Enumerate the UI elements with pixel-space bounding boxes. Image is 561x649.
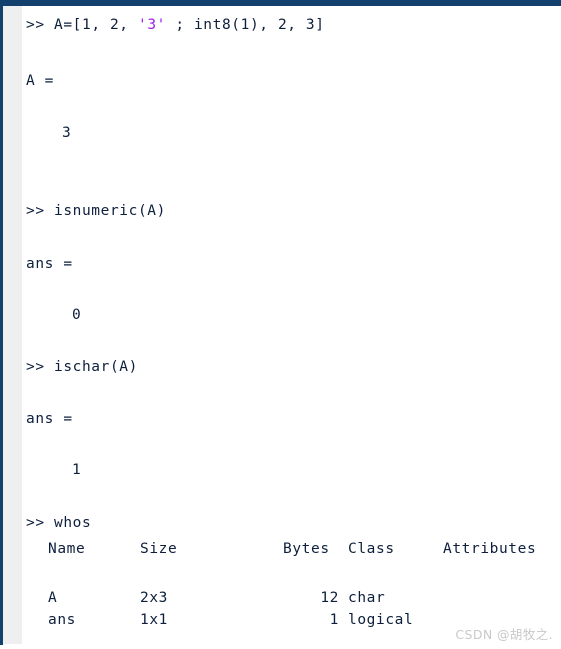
command-line-whos[interactable]: >> whos — [26, 515, 91, 531]
table-header-name: Name — [48, 541, 86, 557]
table-row: 2x3 — [140, 590, 168, 606]
table-header-bytes: Bytes — [283, 541, 330, 557]
table-row: char — [348, 590, 386, 606]
string-literal: '3' — [137, 17, 166, 33]
prompt-symbol: >> — [26, 17, 45, 33]
command-text-post: ; int8(1), 2, 3] — [165, 17, 325, 33]
table-row: A — [48, 590, 58, 606]
result-value-a: 3 — [62, 125, 72, 141]
table-row: logical — [348, 612, 414, 628]
command-line-isnumeric[interactable]: >> isnumeric(A) — [26, 203, 166, 219]
result-label-a: A = — [26, 73, 54, 89]
table-row: 1 — [329, 612, 339, 628]
command-text-pre: A=[1, 2, — [44, 17, 138, 33]
matlab-command-window: >> A=[1, 2, '3' ; int8(1), 2, 3] A = 3 >… — [0, 0, 561, 649]
command-line-ischar[interactable]: >> ischar(A) — [26, 359, 138, 375]
table-header-class: Class — [348, 541, 395, 557]
console-output-area[interactable]: >> A=[1, 2, '3' ; int8(1), 2, 3] A = 3 >… — [22, 6, 561, 649]
csdn-watermark: CSDN @胡牧之. — [455, 627, 553, 642]
result-value-ans-2: 1 — [72, 462, 82, 478]
table-row: ans — [48, 612, 76, 628]
table-row: 1x1 — [140, 612, 168, 628]
table-header-attributes: Attributes — [443, 541, 537, 557]
result-value-ans-1: 0 — [72, 307, 82, 323]
table-header-size: Size — [140, 541, 178, 557]
result-label-ans-1: ans = — [26, 256, 73, 272]
result-label-ans-2: ans = — [26, 411, 73, 427]
table-row: 12 — [320, 590, 339, 606]
command-line-1[interactable]: >> A=[1, 2, '3' ; int8(1), 2, 3] — [26, 17, 325, 33]
line-number-gutter — [3, 6, 22, 644]
